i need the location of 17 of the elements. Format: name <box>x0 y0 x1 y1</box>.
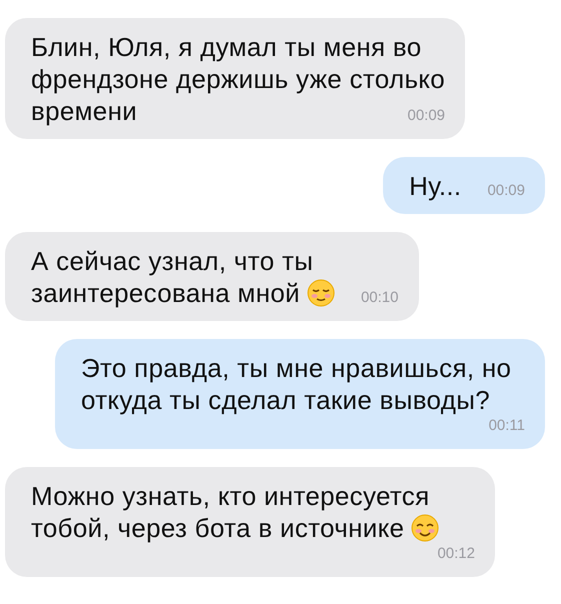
message-line: А сейчас узнал, что ты <box>31 245 314 277</box>
message-line: заинтересована мной <box>31 277 300 309</box>
message-line: времени <box>31 95 138 127</box>
message-line: Блин, Юля, я думал ты меня во <box>31 31 422 63</box>
message-time: 00:11 <box>488 416 525 436</box>
relieved-face-icon <box>306 279 335 307</box>
message-line: откуда ты сделал такие выводы? <box>81 384 490 416</box>
message-line: Это правда, ты мне нравишься, но <box>81 352 512 384</box>
message-line: тобой, через бота в источнике <box>31 512 404 544</box>
message-line: френдзоне держишь уже столько <box>31 63 446 95</box>
message-line: Можно узнать, кто интересуется <box>31 480 430 512</box>
smiling-face-icon <box>411 514 440 542</box>
message-time: 00:12 <box>436 544 475 564</box>
message-line: Ну... <box>409 170 462 202</box>
message-time: 00:09 <box>486 181 525 201</box>
message-time: 00:09 <box>406 106 446 126</box>
message-time: 00:10 <box>360 288 398 308</box>
